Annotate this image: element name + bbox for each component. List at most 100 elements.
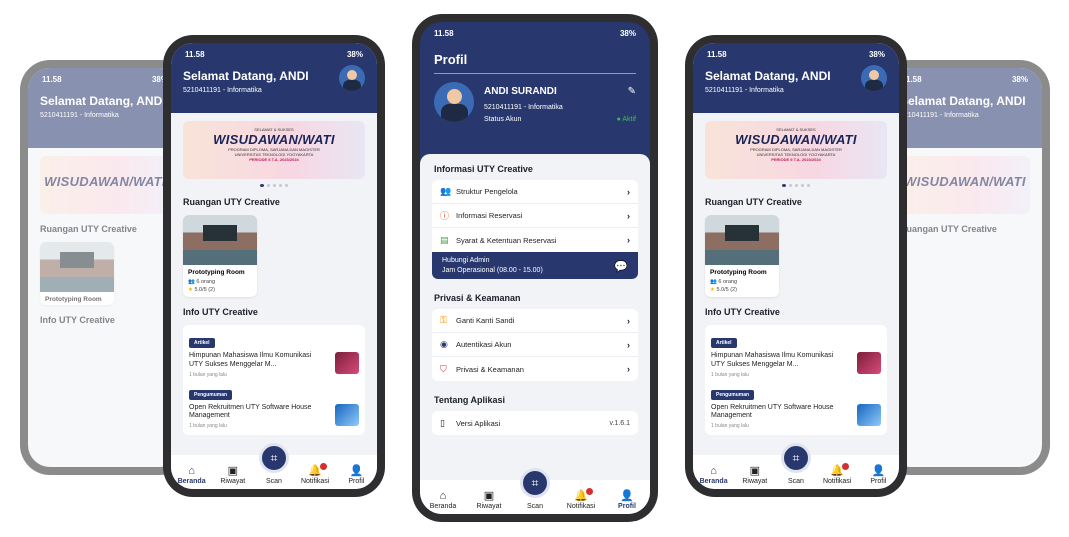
room-card[interactable]: Prototyping Room 👥 6 orang ★ 5.0/5 (2) <box>183 215 257 297</box>
privacy-section-title: Privasi & Keamanan <box>434 293 521 303</box>
info-list: Artikel Himpunan Mahasiswa Ilmu Komunika… <box>183 325 365 435</box>
menu-label: Autentikasi Akun <box>456 340 512 349</box>
contact-hours: Jam Operasional (08.00 - 15.00) <box>442 267 543 274</box>
menu-reservation-info[interactable]: ⓘ Informasi Reservasi › <box>432 204 638 228</box>
list-item[interactable]: Artikel Himpunan Mahasiswa Ilmu Komunika… <box>711 331 881 378</box>
nav-scan-label: Scan <box>527 503 543 510</box>
menu-label: Privasi & Keamanan <box>456 364 524 374</box>
home-icon: ⌂ <box>710 465 717 477</box>
info-title: Open Rekruitmen UTY Software House Manag… <box>711 403 834 420</box>
info-thumbnail <box>857 352 881 374</box>
info-tag: Artikel <box>189 338 215 348</box>
nav-home[interactable]: ⌂ Beranda <box>423 490 463 510</box>
history-icon: ▣ <box>483 490 495 502</box>
status-badge: ● Aktif <box>617 116 636 123</box>
list-item[interactable]: Pengumuman Open Rekruitmen UTY Software … <box>711 383 881 429</box>
star-icon: ★ <box>710 287 715 293</box>
nav-history[interactable]: ▣ Riwayat <box>735 465 775 485</box>
scan-button[interactable]: ⌗ <box>259 443 289 473</box>
screen-profile: 11.58 38% Profil ANDI SURANDI ✎ 521041119… <box>420 22 650 514</box>
notification-badge <box>586 488 593 495</box>
room-rating-value: 5.0/5 (2) <box>194 287 215 293</box>
screen-home-left: 11.58 38% Selamat Datang, ANDI 5210411191… <box>171 43 377 489</box>
nav-notifications[interactable]: 🔔 Notifikasi <box>295 463 335 485</box>
menu-auth[interactable]: ◉ Autentikasi Akun › <box>432 333 638 357</box>
profile-name: ANDI SURANDI <box>484 86 557 97</box>
room-capacity-value: 6 orang <box>718 279 738 285</box>
menu-structure[interactable]: 👥 Struktur Pengelola › <box>432 180 638 204</box>
list-item[interactable]: Pengumuman Open Rekruitmen UTY Software … <box>189 383 359 429</box>
privacy-menu: ⚿ Ganti Kanti Sandi › ◉ Autentikasi Akun › ⛉… <box>432 309 638 381</box>
nav-profile[interactable]: 👤 Profil <box>858 465 898 485</box>
status-time: 11.58 <box>434 28 454 38</box>
room-capacity: 👥 6 orang <box>183 278 257 286</box>
page-title: Profil <box>434 52 468 67</box>
status-battery: 38% <box>346 49 363 59</box>
qr-icon: ⌗ <box>792 451 800 465</box>
menu-terms[interactable]: ▤ Syarat & Ketentuan Reservasi › <box>432 228 638 252</box>
nav-notif-label: Notifikasi <box>566 503 596 510</box>
menu-privacy[interactable]: ⛉ Privasi & Keamanan › <box>432 357 638 381</box>
user-check-icon: ◉ <box>440 339 448 349</box>
info-tag: Pengumuman <box>189 389 233 400</box>
chevron-right-icon: › <box>627 235 630 245</box>
nav-history-label: Riwayat <box>220 478 246 485</box>
menu-label: Informasi Reservasi <box>456 211 523 220</box>
edit-icon[interactable]: ✎ <box>628 86 636 97</box>
graduation-banner[interactable]: SELAMAT & SUKSES WISUDAWAN/WATI PROGRAM … <box>705 121 887 179</box>
status-bar: 11.58 38% <box>888 68 1042 90</box>
scan-button[interactable]: ⌗ <box>520 468 550 498</box>
banner-title: WISUDAWAN/WATI <box>44 174 166 189</box>
info-section-title: Info UTY Creative <box>40 315 115 325</box>
nav-history[interactable]: ▣ Riwayat <box>213 465 253 485</box>
room-name: Prototyping Room <box>710 269 767 276</box>
info-thumbnail <box>857 403 881 426</box>
nav-profile[interactable]: 👤 Profil <box>336 465 376 485</box>
status-battery: 38% <box>868 49 885 59</box>
user-icon: 👤 <box>871 465 886 477</box>
contact-admin-button[interactable]: Hubungi Admin Jam Operasional (08.00 - 1… <box>432 252 638 279</box>
screen-far-right: 11.58 38% Selamat Datang, ANDI 5210411191 … <box>888 68 1042 467</box>
scan-button[interactable]: ⌗ <box>781 443 811 473</box>
info-title: Himpunan Mahasiswa Ilmu Komunikasi UTY S… <box>711 352 834 368</box>
chat-icon: 💬 <box>614 261 628 273</box>
room-photo <box>705 215 779 265</box>
info-list: Artikel Himpunan Mahasiswa Ilmu Komunika… <box>705 325 887 435</box>
graduation-banner[interactable]: WISUDAWAN/WATI <box>40 156 170 214</box>
phone-profile: 11.58 38% Profil ANDI SURANDI ✎ 521041119… <box>412 14 658 522</box>
nav-profile[interactable]: 👤 Profil <box>607 490 647 510</box>
profile-card: ANDI SURANDI ✎ 5210411191 - Informatika … <box>420 74 650 156</box>
banner-title: WISUDAWAN/WATI <box>213 132 335 147</box>
list-item[interactable]: Artikel Himpunan Mahasiswa Ilmu Komunika… <box>189 331 359 378</box>
graduation-banner[interactable]: WISUDAWAN/WATI <box>900 156 1030 214</box>
avatar[interactable] <box>339 65 365 91</box>
avatar[interactable] <box>861 65 887 91</box>
home-icon: ⌂ <box>439 490 447 502</box>
chevron-right-icon: › <box>627 186 630 197</box>
nav-history-label: Riwayat <box>476 503 502 510</box>
carousel-dots[interactable] <box>171 184 377 187</box>
phone-icon: ▯ <box>440 417 445 428</box>
nav-history[interactable]: ▣ Riwayat <box>469 490 509 510</box>
qr-icon: ⌗ <box>270 451 278 465</box>
chevron-right-icon: › <box>627 210 630 221</box>
info-tag: Artikel <box>711 338 737 348</box>
room-card[interactable]: Prototyping Room <box>40 242 114 305</box>
menu-change-password[interactable]: ⚿ Ganti Kanti Sandi › <box>432 309 638 333</box>
rooms-section-title: Ruangan UTY Creative <box>705 197 802 207</box>
phone-home-left: 11.58 38% Selamat Datang, ANDI 5210411191… <box>163 35 385 497</box>
greeting: Selamat Datang, ANDI <box>183 69 309 83</box>
info-thumbnail <box>335 352 359 374</box>
qr-icon: ⌗ <box>531 476 539 490</box>
room-card[interactable]: Prototyping Room 👥 6 orang ★ 5.0/5 (2) <box>705 215 779 297</box>
nav-notifications[interactable]: 🔔 Notifikasi <box>561 488 601 510</box>
graduation-banner[interactable]: SELAMAT & SUKSES WISUDAWAN/WATI PROGRAM … <box>183 121 365 179</box>
nav-home[interactable]: ⌂ Beranda <box>172 465 212 485</box>
info-time: 1 bulan yang lalu <box>711 371 749 378</box>
carousel-dots[interactable] <box>693 184 899 187</box>
banner-line-3: PERIODE II T.A. 2023/2024 <box>249 157 299 162</box>
greeting: Selamat Datang, ANDI <box>40 94 166 108</box>
nav-home[interactable]: ⌂ Beranda <box>694 465 734 485</box>
menu-label: Versi Aplikasi <box>456 418 501 428</box>
nav-notifications[interactable]: 🔔 Notifikasi <box>817 463 857 485</box>
